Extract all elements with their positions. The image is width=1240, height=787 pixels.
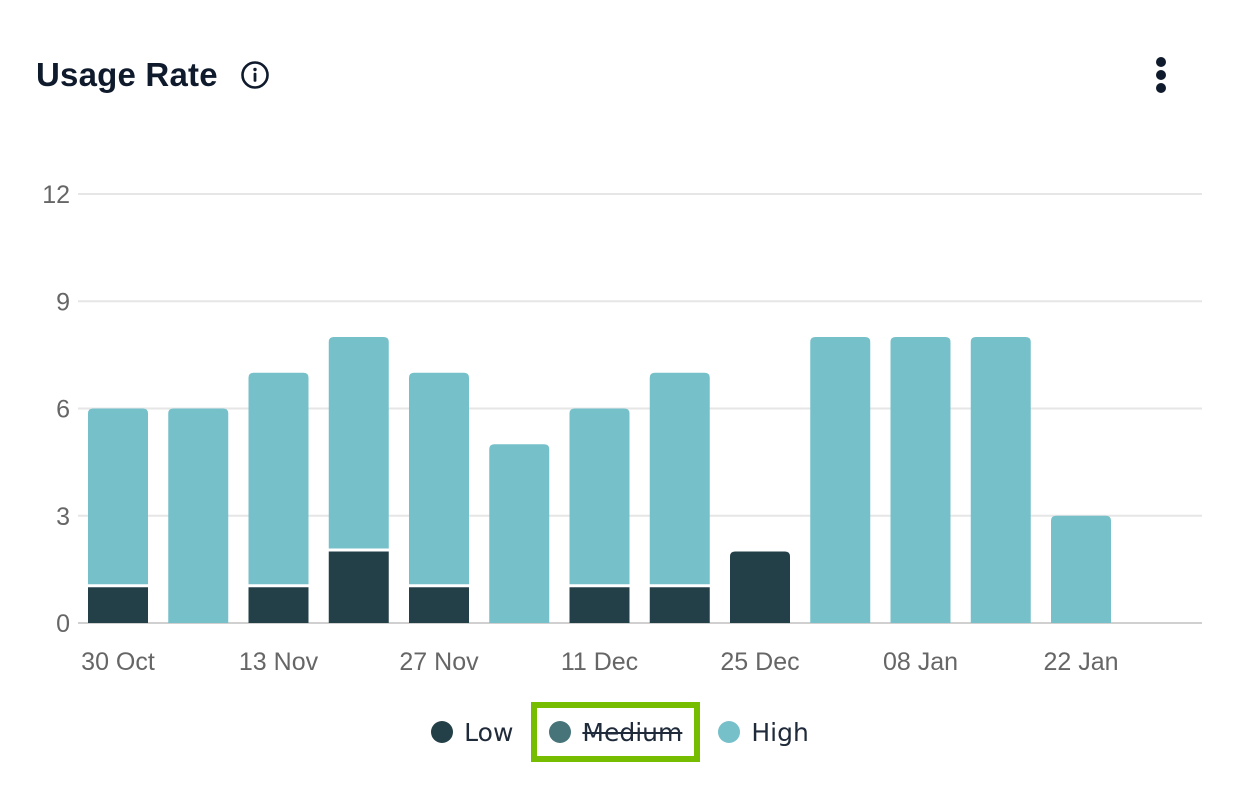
x-tick-label: 13 Nov <box>239 648 319 676</box>
x-tick-label: 22 Jan <box>1043 648 1118 676</box>
legend-dot-icon <box>431 721 454 743</box>
bar-segment-high-11[interactable] <box>970 337 1031 623</box>
legend-item-medium[interactable]: Medium <box>531 702 701 762</box>
bar-segment-high-10[interactable] <box>890 337 951 623</box>
bar-segment-low-7[interactable] <box>649 587 710 623</box>
usage-rate-chart: 0 3 6 9 12 30 Oct 13 Nov 27 Nov 11 Dec 25 Dec 08 … <box>42 181 1202 676</box>
y-tick-label: 3 <box>56 503 70 531</box>
legend-label: High <box>751 717 809 747</box>
y-tick-label: 6 <box>56 396 70 424</box>
legend-dot-icon <box>549 721 572 743</box>
bar-segment-low-4[interactable] <box>409 587 469 623</box>
y-tick-label: 0 <box>56 610 70 638</box>
bar-segment-high-7[interactable] <box>649 372 710 585</box>
chart-legend: Low Medium High <box>0 702 1240 762</box>
bar-segment-low-8[interactable] <box>730 551 790 624</box>
x-tick-label: 08 Jan <box>883 648 958 676</box>
bar-segment-low-6[interactable] <box>569 587 630 623</box>
bar-segment-high-3[interactable] <box>328 337 389 549</box>
legend-item-high[interactable]: High <box>704 708 822 756</box>
y-tick-label: 9 <box>56 288 70 316</box>
bar-segment-high-9[interactable] <box>810 337 871 623</box>
bar-segment-high-5[interactable] <box>489 444 550 623</box>
x-axis-ticks: 30 Oct 13 Nov 27 Nov 11 Dec 25 Dec 08 Jan 22 J… <box>81 648 1118 676</box>
bar-segment-low-3[interactable] <box>328 551 389 624</box>
legend-item-low[interactable]: Low <box>417 708 527 756</box>
bar-segment-high-4[interactable] <box>409 372 469 585</box>
bar-segment-high-2[interactable] <box>248 372 309 585</box>
legend-label: Medium <box>582 717 683 747</box>
legend-dot-icon <box>718 721 741 743</box>
x-tick-label: 25 Dec <box>720 648 799 676</box>
bar-segment-low-0[interactable] <box>88 587 148 623</box>
x-tick-label: 30 Oct <box>81 648 155 676</box>
bars <box>88 337 1111 623</box>
grid-lines <box>78 193 1202 624</box>
bar-segment-high-12[interactable] <box>1051 515 1111 623</box>
bar-segment-high-6[interactable] <box>569 408 630 585</box>
y-axis-ticks: 0 3 6 9 12 <box>42 181 70 638</box>
y-tick-label: 12 <box>42 181 70 209</box>
x-tick-label: 11 Dec <box>561 648 638 676</box>
bar-segment-high-0[interactable] <box>88 408 148 585</box>
legend-label: Low <box>464 717 514 747</box>
x-tick-label: 27 Nov <box>399 648 479 676</box>
bar-segment-low-2[interactable] <box>248 587 309 623</box>
bar-segment-high-1[interactable] <box>168 408 229 624</box>
